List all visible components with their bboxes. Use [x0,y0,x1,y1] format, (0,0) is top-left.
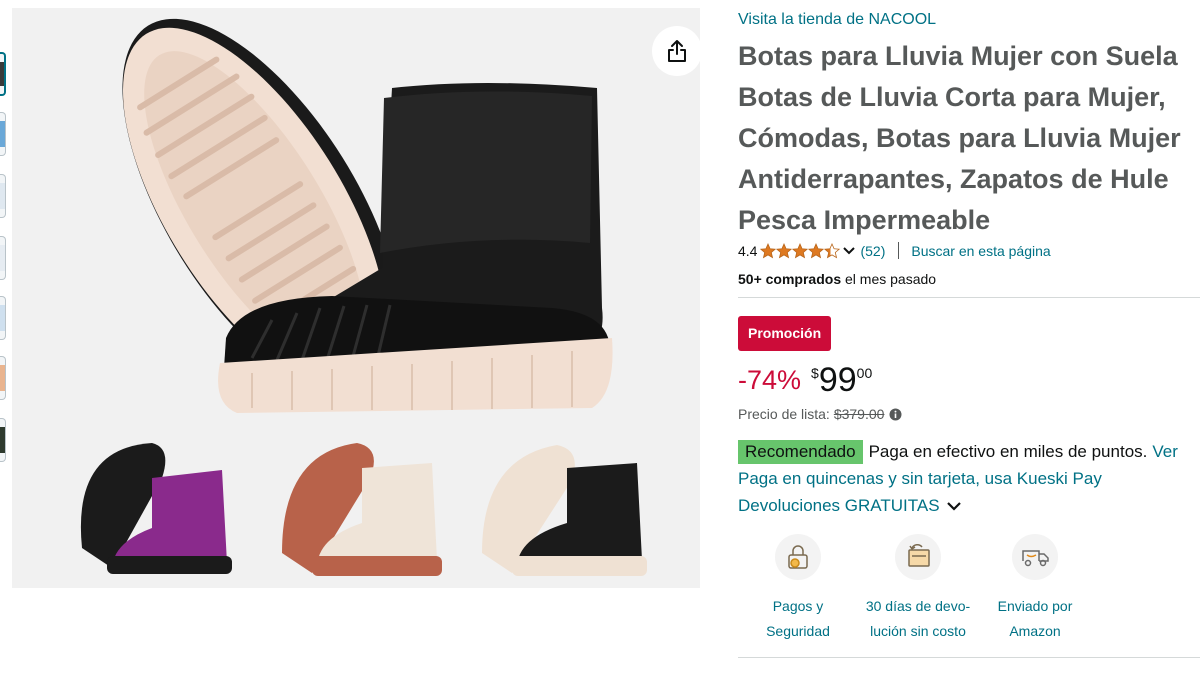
feature-label-line: Pagos y [772,598,824,614]
free-returns-label: Devoluciones GRATUITAS [738,496,940,515]
purple-boot-illustration [80,443,232,574]
thumbnail-4[interactable] [0,236,6,280]
section-divider [738,657,1200,658]
price-row: -74% $ 99 00 [738,360,872,400]
rating-value: 4.4 [738,242,758,259]
secure-payment-icon [775,534,821,580]
title-line: Botas de Lluvia Corta para Mujer, [738,82,1166,112]
star-icon [792,242,809,258]
chevron-down-icon[interactable] [946,501,962,511]
kueski-pay-link[interactable]: Paga en quincenas y sin tarjeta, usa Kue… [738,469,1102,489]
store-link[interactable]: Visita la tienda de NACOOL [738,11,936,29]
rating-stars[interactable] [760,242,841,259]
title-line: Antiderrapantes, Zapatos de Hule [738,164,1169,194]
beige-boot-illustration [282,443,442,576]
price-symbol: $ [811,365,819,381]
thumbnail-6[interactable] [0,356,6,400]
recommended-link[interactable]: Ver [1152,442,1178,462]
recommended-text: Paga en efectivo en miles de puntos. [868,442,1148,461]
price-fraction: 00 [856,365,873,381]
feature-label-line: lución sin costo [870,623,966,639]
section-divider [738,297,1200,298]
list-price: Precio de lista: $379.00 [738,406,902,422]
ratings-count-link[interactable]: (52) [860,243,885,259]
thumbnail-5[interactable] [0,296,6,340]
title-line: Cómodas, Botas para Lluvia Mujer [738,123,1181,153]
feature-amazon-shipping[interactable]: Enviado por Amazon [975,534,1095,644]
chevron-down-icon[interactable] [842,246,856,256]
title-line: Pesca Impermeable [738,205,991,235]
feature-label: 30 días de devo- lución sin costo [858,594,978,644]
bought-count-bold: 50+ comprados [738,271,842,287]
thumbnail-7[interactable] [0,418,6,462]
recommended-badge: Recomendado [738,440,863,464]
share-button[interactable] [652,26,700,76]
list-price-value: $379.00 [833,406,885,422]
feature-label-line: Amazon [1009,623,1061,639]
feature-label-line: Enviado por [997,598,1073,614]
share-icon [666,39,688,63]
price-whole: 99 [818,361,857,399]
product-title: Botas para Lluvia Mujer con Suela Botas … [738,36,1200,241]
title-line: Botas para Lluvia Mujer con Suela [738,41,1178,71]
returns-30-days-icon [895,534,941,580]
feature-label: Pagos y Seguridad [738,594,858,644]
rain-boots-illustration [80,18,647,576]
main-product-image[interactable] [12,8,700,588]
thumbnail-2[interactable] [0,112,6,156]
promo-badge: Promoción [738,316,832,351]
thumbnail-3[interactable] [0,174,6,218]
black-boot-small-illustration [482,445,647,576]
amazon-delivery-truck-icon [1012,534,1058,580]
star-icon [776,242,793,258]
info-icon[interactable] [889,408,902,421]
thumbnail-1[interactable] [0,52,6,96]
rating-row: 4.4 (52) Buscar en esta página [738,242,1051,259]
feature-label-line: Seguridad [766,623,830,639]
recommended-row: Recomendado Paga en efectivo en miles de… [738,440,1178,464]
discount-percent: -74% [738,365,802,395]
star-icon [760,242,777,258]
price: $ 99 00 [811,360,872,400]
star-icon [808,242,825,258]
search-page-link[interactable]: Buscar en esta página [911,243,1050,259]
feature-label-line: 30 días de devo- [865,598,971,614]
bought-count: 50+ comprados el mes pasado [738,271,936,287]
list-price-label: Precio de lista: [738,406,830,422]
bought-count-rest: el mes pasado [841,271,937,287]
free-returns-link[interactable]: Devoluciones GRATUITAS [738,496,962,516]
feature-returns[interactable]: 30 días de devo- lución sin costo [858,534,978,644]
star-icon [824,242,841,258]
feature-label: Enviado por Amazon [975,594,1095,644]
divider [898,242,900,259]
feature-secure-payment[interactable]: Pagos y Seguridad [738,534,858,644]
